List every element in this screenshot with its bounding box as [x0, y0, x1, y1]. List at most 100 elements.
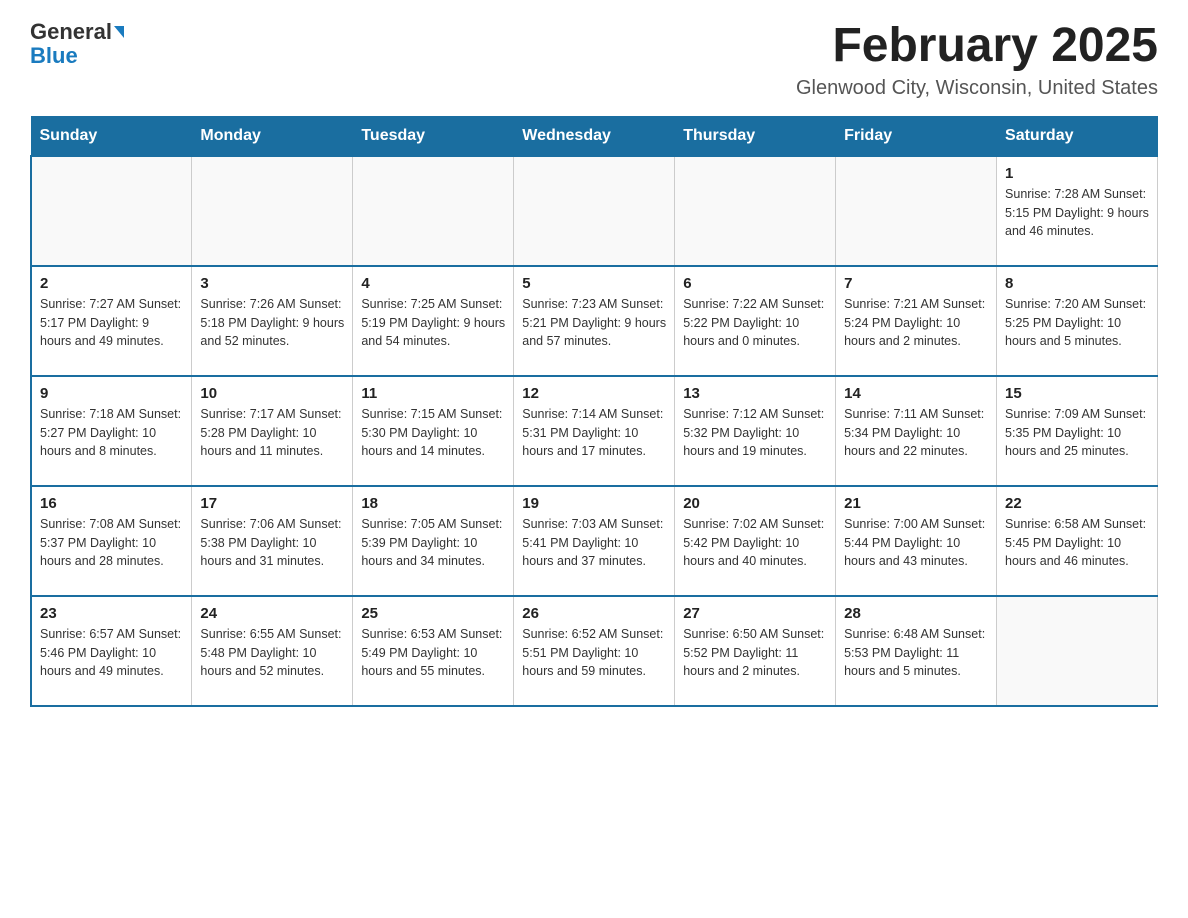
day-info: Sunrise: 7:06 AM Sunset: 5:38 PM Dayligh…: [200, 515, 344, 571]
title-section: February 2025 Glenwood City, Wisconsin, …: [796, 20, 1158, 100]
day-info: Sunrise: 6:57 AM Sunset: 5:46 PM Dayligh…: [40, 625, 183, 681]
calendar-cell: 5 Sunrise: 7:23 AM Sunset: 5:21 PM Daylig…: [514, 266, 675, 376]
day-info: Sunrise: 7:17 AM Sunset: 5:28 PM Dayligh…: [200, 405, 344, 461]
calendar-week-row: 23 Sunrise: 6:57 AM Sunset: 5:46 PM Dayli…: [31, 596, 1158, 706]
calendar-cell: 26 Sunrise: 6:52 AM Sunset: 5:51 PM Dayli…: [514, 596, 675, 706]
day-number: 27: [683, 605, 827, 622]
day-of-week-header: Thursday: [675, 116, 836, 156]
calendar-week-row: 1 Sunrise: 7:28 AM Sunset: 5:15 PM Daylig…: [31, 156, 1158, 266]
day-info: Sunrise: 7:26 AM Sunset: 5:18 PM Dayligh…: [200, 295, 344, 351]
day-info: Sunrise: 7:02 AM Sunset: 5:42 PM Dayligh…: [683, 515, 827, 571]
day-info: Sunrise: 7:03 AM Sunset: 5:41 PM Dayligh…: [522, 515, 666, 571]
calendar-cell: [192, 156, 353, 266]
location-title: Glenwood City, Wisconsin, United States: [796, 77, 1158, 100]
logo: General Blue: [30, 20, 124, 68]
day-number: 2: [40, 275, 183, 292]
calendar-cell: [514, 156, 675, 266]
day-number: 23: [40, 605, 183, 622]
calendar-cell: 19Sunrise: 7:03 AM Sunset: 5:41 PM Dayli…: [514, 486, 675, 596]
day-info: Sunrise: 7:23 AM Sunset: 5:21 PM Dayligh…: [522, 295, 666, 351]
day-number: 6: [683, 275, 827, 292]
calendar-cell: 10 Sunrise: 7:17 AM Sunset: 5:28 PM Dayli…: [192, 376, 353, 486]
calendar-cell: 22 Sunrise: 6:58 AM Sunset: 5:45 PM Dayli…: [997, 486, 1158, 596]
day-of-week-header: Friday: [836, 116, 997, 156]
day-info: Sunrise: 7:09 AM Sunset: 5:35 PM Dayligh…: [1005, 405, 1149, 461]
logo-general: General: [30, 20, 112, 44]
calendar-header-row: SundayMondayTuesdayWednesdayThursdayFrid…: [31, 116, 1158, 156]
calendar-cell: 7Sunrise: 7:21 AM Sunset: 5:24 PM Daylig…: [836, 266, 997, 376]
day-info: Sunrise: 7:00 AM Sunset: 5:44 PM Dayligh…: [844, 515, 988, 571]
day-number: 22: [1005, 495, 1149, 512]
day-info: Sunrise: 7:25 AM Sunset: 5:19 PM Dayligh…: [361, 295, 505, 351]
calendar-week-row: 2 Sunrise: 7:27 AM Sunset: 5:17 PM Daylig…: [31, 266, 1158, 376]
day-number: 15: [1005, 385, 1149, 402]
day-info: Sunrise: 7:12 AM Sunset: 5:32 PM Dayligh…: [683, 405, 827, 461]
calendar-cell: 24 Sunrise: 6:55 AM Sunset: 5:48 PM Dayli…: [192, 596, 353, 706]
day-number: 25: [361, 605, 505, 622]
day-info: Sunrise: 7:14 AM Sunset: 5:31 PM Dayligh…: [522, 405, 666, 461]
calendar-cell: 17 Sunrise: 7:06 AM Sunset: 5:38 PM Dayli…: [192, 486, 353, 596]
calendar-cell: 23 Sunrise: 6:57 AM Sunset: 5:46 PM Dayli…: [31, 596, 192, 706]
day-number: 5: [522, 275, 666, 292]
day-number: 8: [1005, 275, 1149, 292]
day-info: Sunrise: 7:22 AM Sunset: 5:22 PM Dayligh…: [683, 295, 827, 351]
calendar-cell: [31, 156, 192, 266]
calendar-cell: 4 Sunrise: 7:25 AM Sunset: 5:19 PM Daylig…: [353, 266, 514, 376]
calendar-cell: 2 Sunrise: 7:27 AM Sunset: 5:17 PM Daylig…: [31, 266, 192, 376]
day-of-week-header: Saturday: [997, 116, 1158, 156]
day-info: Sunrise: 6:58 AM Sunset: 5:45 PM Dayligh…: [1005, 515, 1149, 571]
day-number: 13: [683, 385, 827, 402]
calendar-cell: 13 Sunrise: 7:12 AM Sunset: 5:32 PM Dayli…: [675, 376, 836, 486]
page-header: General Blue February 2025 Glenwood City…: [30, 20, 1158, 100]
calendar-cell: 25 Sunrise: 6:53 AM Sunset: 5:49 PM Dayli…: [353, 596, 514, 706]
day-info: Sunrise: 7:28 AM Sunset: 5:15 PM Dayligh…: [1005, 185, 1149, 241]
day-number: 4: [361, 275, 505, 292]
calendar-cell: 6 Sunrise: 7:22 AM Sunset: 5:22 PM Daylig…: [675, 266, 836, 376]
day-number: 1: [1005, 165, 1149, 182]
day-number: 12: [522, 385, 666, 402]
calendar-cell: 3Sunrise: 7:26 AM Sunset: 5:18 PM Daylig…: [192, 266, 353, 376]
day-number: 20: [683, 495, 827, 512]
calendar-cell: 27Sunrise: 6:50 AM Sunset: 5:52 PM Dayli…: [675, 596, 836, 706]
logo-arrow-icon: [114, 26, 124, 38]
day-number: 26: [522, 605, 666, 622]
month-title: February 2025: [796, 20, 1158, 73]
day-number: 16: [40, 495, 183, 512]
day-info: Sunrise: 6:55 AM Sunset: 5:48 PM Dayligh…: [200, 625, 344, 681]
day-info: Sunrise: 6:52 AM Sunset: 5:51 PM Dayligh…: [522, 625, 666, 681]
calendar-cell: 16 Sunrise: 7:08 AM Sunset: 5:37 PM Dayli…: [31, 486, 192, 596]
day-number: 17: [200, 495, 344, 512]
logo-blue: Blue: [30, 44, 78, 68]
day-info: Sunrise: 7:15 AM Sunset: 5:30 PM Dayligh…: [361, 405, 505, 461]
day-info: Sunrise: 7:20 AM Sunset: 5:25 PM Dayligh…: [1005, 295, 1149, 351]
calendar-cell: [997, 596, 1158, 706]
day-of-week-header: Wednesday: [514, 116, 675, 156]
day-number: 21: [844, 495, 988, 512]
day-of-week-header: Sunday: [31, 116, 192, 156]
calendar-cell: 21 Sunrise: 7:00 AM Sunset: 5:44 PM Dayli…: [836, 486, 997, 596]
day-info: Sunrise: 6:53 AM Sunset: 5:49 PM Dayligh…: [361, 625, 505, 681]
day-number: 11: [361, 385, 505, 402]
day-info: Sunrise: 7:05 AM Sunset: 5:39 PM Dayligh…: [361, 515, 505, 571]
calendar-cell: 11 Sunrise: 7:15 AM Sunset: 5:30 PM Dayli…: [353, 376, 514, 486]
calendar-cell: 18Sunrise: 7:05 AM Sunset: 5:39 PM Dayli…: [353, 486, 514, 596]
day-info: Sunrise: 7:27 AM Sunset: 5:17 PM Dayligh…: [40, 295, 183, 351]
calendar-cell: [353, 156, 514, 266]
calendar-cell: 1 Sunrise: 7:28 AM Sunset: 5:15 PM Daylig…: [997, 156, 1158, 266]
day-info: Sunrise: 7:11 AM Sunset: 5:34 PM Dayligh…: [844, 405, 988, 461]
day-info: Sunrise: 7:18 AM Sunset: 5:27 PM Dayligh…: [40, 405, 183, 461]
day-number: 14: [844, 385, 988, 402]
day-info: Sunrise: 7:08 AM Sunset: 5:37 PM Dayligh…: [40, 515, 183, 571]
day-of-week-header: Tuesday: [353, 116, 514, 156]
calendar-week-row: 9Sunrise: 7:18 AM Sunset: 5:27 PM Daylig…: [31, 376, 1158, 486]
calendar-cell: 9Sunrise: 7:18 AM Sunset: 5:27 PM Daylig…: [31, 376, 192, 486]
day-of-week-header: Monday: [192, 116, 353, 156]
calendar-cell: 12 Sunrise: 7:14 AM Sunset: 5:31 PM Dayli…: [514, 376, 675, 486]
calendar-table: SundayMondayTuesdayWednesdayThursdayFrid…: [30, 116, 1158, 707]
calendar-cell: 8 Sunrise: 7:20 AM Sunset: 5:25 PM Daylig…: [997, 266, 1158, 376]
calendar-cell: [836, 156, 997, 266]
day-number: 10: [200, 385, 344, 402]
day-number: 7: [844, 275, 988, 292]
calendar-week-row: 16 Sunrise: 7:08 AM Sunset: 5:37 PM Dayli…: [31, 486, 1158, 596]
day-number: 24: [200, 605, 344, 622]
